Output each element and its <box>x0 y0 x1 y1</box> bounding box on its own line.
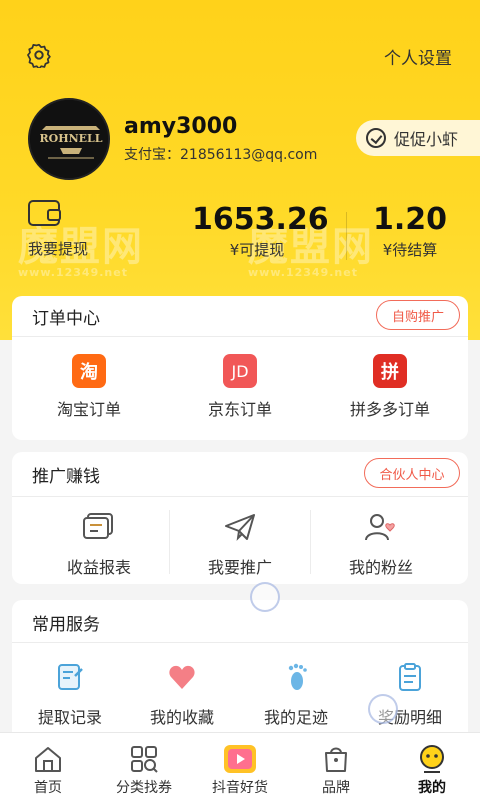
footprint-icon <box>288 663 307 690</box>
order-center-card: 订单中心 自购推广 淘 淘宝订单 JD 京东订单 拼 拼多多订单 <box>12 296 468 440</box>
personal-settings-link[interactable]: 个人设置 <box>384 44 452 69</box>
withdrawal-records-label: 提取记录 <box>37 708 102 727</box>
promo-shrimp-button[interactable]: 促促小虾 <box>356 120 480 156</box>
order-center-title: 订单中心 <box>32 309 100 329</box>
touch-indicator <box>250 582 280 612</box>
pinduoduo-orders[interactable]: 拼 拼多多订单 <box>330 354 450 420</box>
tab-home-label: 首页 <box>34 780 62 796</box>
pending-value: 1.20 <box>372 202 448 237</box>
username: amy3000 <box>124 114 238 139</box>
my-favorites[interactable]: 我的收藏 <box>128 662 236 728</box>
divider <box>169 510 170 574</box>
category-icon <box>131 746 158 773</box>
my-fans[interactable]: 我的粉丝 <box>326 512 436 578</box>
divider <box>310 510 311 574</box>
gear-icon[interactable] <box>26 42 52 68</box>
partner-center-button[interactable]: 合伙人中心 <box>364 458 460 488</box>
tab-douyin-goods-label: 抖音好货 <box>212 780 268 796</box>
my-footprints[interactable]: 我的足迹 <box>242 662 350 728</box>
profile-icon <box>420 745 444 773</box>
alipay-account: 支付宝：21856113@qq.com <box>124 147 318 163</box>
tab-brand-label: 品牌 <box>322 780 350 796</box>
withdraw-label: 我要提现 <box>28 240 89 258</box>
record-icon <box>58 664 83 690</box>
pending-balance: 1.20 ¥待结算 <box>360 202 460 260</box>
tab-category-coupons[interactable]: 分类找券 <box>96 733 192 800</box>
jd-orders-label: 京东订单 <box>207 400 272 419</box>
report-icon <box>83 513 113 539</box>
available-value: 1653.26 <box>192 202 329 237</box>
jd-icon: JD <box>223 354 257 388</box>
available-balance: 1653.26 ¥可提现 <box>192 202 329 260</box>
video-icon <box>224 745 256 773</box>
my-fans-label: 我的粉丝 <box>348 558 413 577</box>
avatar[interactable]: ROHNELL <box>28 98 110 180</box>
tab-mine[interactable]: 我的 <box>384 733 480 800</box>
svg-text:ROHNELL: ROHNELL <box>39 132 102 145</box>
pinduoduo-orders-label: 拼多多订单 <box>349 400 430 419</box>
my-favorites-label: 我的收藏 <box>149 708 214 727</box>
tab-home[interactable]: 首页 <box>0 733 96 800</box>
withdrawal-records[interactable]: 提取记录 <box>16 662 124 728</box>
heart-icon <box>169 665 195 689</box>
taobao-orders-label: 淘宝订单 <box>56 400 121 419</box>
promo-label: 促促小虾 <box>394 130 459 149</box>
divider <box>12 642 468 643</box>
self-purchase-promo-button[interactable]: 自购推广 <box>376 300 460 330</box>
available-label: ¥可提现 <box>229 241 285 259</box>
promote-earn-title: 推广赚钱 <box>32 467 100 487</box>
common-services-title: 常用服务 <box>32 615 100 635</box>
promote-earn-card: 推广赚钱 合伙人中心 收益报表 我要推广 我的粉丝 <box>12 452 468 584</box>
promote-button[interactable]: 我要推广 <box>185 512 295 578</box>
pinduoduo-icon: 拼 <box>373 354 407 388</box>
earnings-report[interactable]: 收益报表 <box>44 512 154 578</box>
divider <box>12 336 468 337</box>
stat-divider <box>346 212 347 260</box>
pending-label: ¥待结算 <box>382 241 438 259</box>
divider <box>12 496 468 497</box>
paper-plane-icon <box>225 514 255 541</box>
my-footprints-label: 我的足迹 <box>263 708 328 727</box>
home-icon <box>35 747 61 772</box>
touch-indicator <box>368 694 398 724</box>
fans-icon <box>365 514 395 541</box>
promo-icon <box>366 128 386 148</box>
promote-label: 我要推广 <box>207 558 272 577</box>
bottom-tab-bar: 首页 分类找券 抖音好货 品牌 我的 <box>0 732 480 800</box>
tab-brand[interactable]: 品牌 <box>288 733 384 800</box>
tab-mine-label: 我的 <box>418 780 446 796</box>
brand-bag-icon <box>325 747 347 772</box>
wallet-icon <box>28 200 61 226</box>
taobao-orders[interactable]: 淘 淘宝订单 <box>34 354 144 420</box>
earnings-report-label: 收益报表 <box>66 558 131 577</box>
tab-douyin-goods[interactable]: 抖音好货 <box>192 733 288 800</box>
taobao-icon: 淘 <box>72 354 106 388</box>
tab-category-coupons-label: 分类找券 <box>116 780 172 796</box>
jd-orders[interactable]: JD 京东订单 <box>185 354 295 420</box>
reward-list-icon <box>399 663 421 691</box>
withdraw-button[interactable]: 我要提现 <box>28 200 128 259</box>
